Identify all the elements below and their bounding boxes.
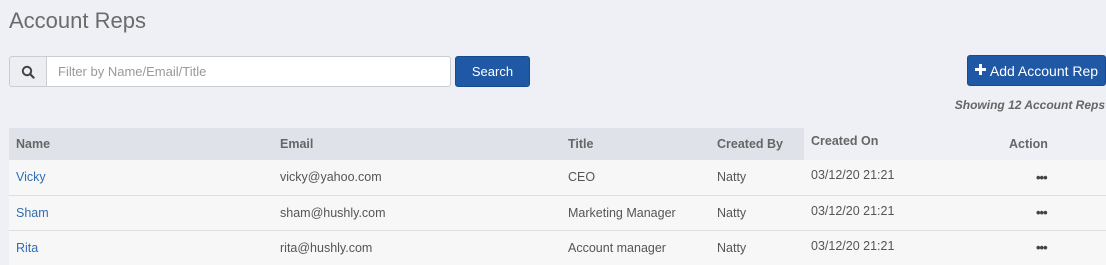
rep-created-on: 03/12/20 21:21 [811, 203, 895, 218]
more-actions-icon[interactable]: ••• [1036, 170, 1048, 185]
rep-name-link[interactable]: Sham [16, 206, 49, 220]
rep-created-by: Natty [717, 240, 747, 255]
rep-name-link[interactable]: Vicky [16, 170, 46, 184]
table-row: Sham sham@hushly.com Marketing Manager N… [9, 195, 1106, 230]
rep-title: CEO [568, 170, 596, 185]
column-header-action: Action [986, 128, 1106, 160]
column-header-created-by[interactable]: Created By [710, 128, 804, 160]
column-header-created-on[interactable]: Created On [804, 128, 986, 160]
search-button-label: Search [471, 64, 514, 79]
table-header-row: Name Email Title Created By Created On A… [9, 128, 1106, 160]
more-actions-icon[interactable]: ••• [1036, 205, 1048, 220]
add-account-rep-label: Add Account Rep [989, 62, 1099, 79]
column-header-email[interactable]: Email [273, 128, 561, 160]
search-group [9, 56, 451, 87]
account-reps-table: Name Email Title Created By Created On A… [9, 128, 1106, 265]
column-header-name[interactable]: Name [9, 128, 273, 160]
rep-email: sham@hushly.com [280, 205, 386, 220]
search-button[interactable]: Search [455, 56, 530, 87]
search-icon [9, 56, 46, 87]
rep-title: Marketing Manager [568, 205, 676, 220]
rep-created-by: Natty [717, 170, 747, 185]
rep-name-link[interactable]: Rita [16, 241, 38, 255]
rep-created-by: Natty [717, 205, 747, 220]
rep-created-on: 03/12/20 21:21 [811, 238, 895, 253]
search-input[interactable] [46, 56, 451, 87]
plus-icon [974, 62, 986, 79]
rep-title: Account manager [568, 240, 666, 255]
results-count: Showing 12 Account Reps [954, 98, 1105, 112]
table-row: Rita rita@hushly.com Account manager Nat… [9, 230, 1106, 265]
rep-email: rita@hushly.com [280, 240, 373, 255]
more-actions-icon[interactable]: ••• [1036, 240, 1048, 255]
page-title: Account Reps [9, 8, 146, 33]
table-row: Vicky vicky@yahoo.com CEO Natty 03/12/20… [9, 160, 1106, 195]
column-header-title[interactable]: Title [561, 128, 710, 160]
rep-email: vicky@yahoo.com [280, 170, 382, 185]
rep-created-on: 03/12/20 21:21 [811, 168, 895, 182]
add-account-rep-button[interactable]: Add Account Rep [967, 55, 1106, 86]
